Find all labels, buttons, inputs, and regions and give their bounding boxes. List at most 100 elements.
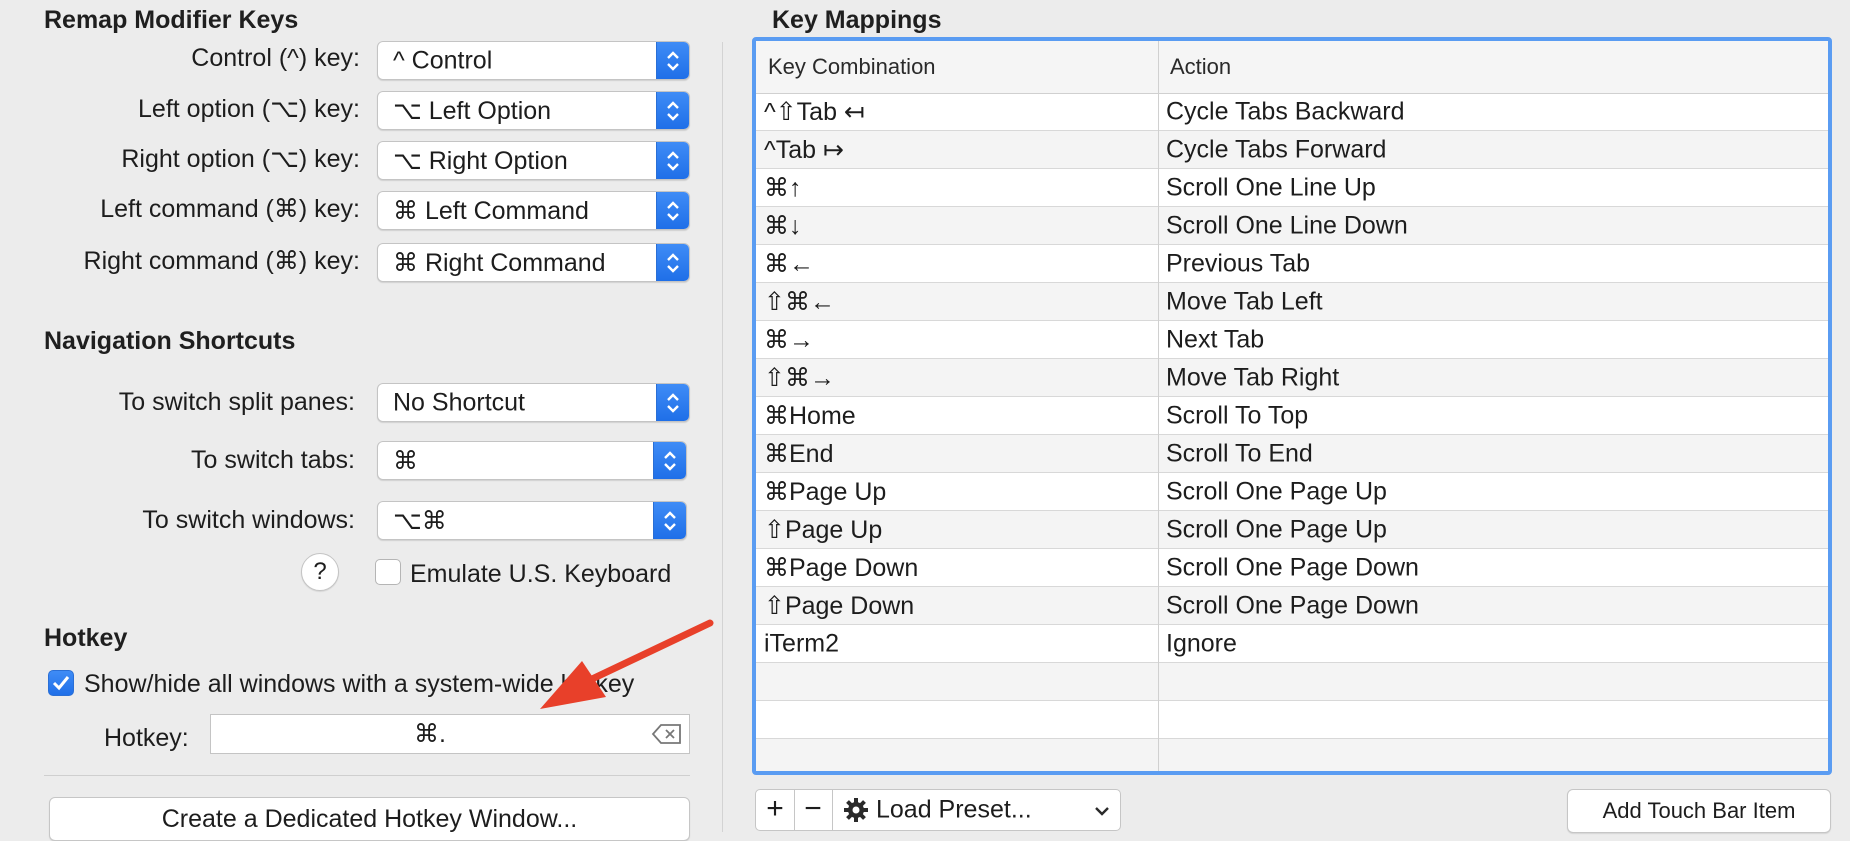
add-touch-bar-item-button[interactable]: Add Touch Bar Item (1567, 789, 1831, 833)
action-cell: Scroll To Top (1166, 401, 1309, 429)
key-combination-cell: ⌘← (764, 249, 814, 278)
table-row[interactable] (756, 739, 1828, 771)
table-row[interactable]: ⌘← Previous Tab (756, 245, 1828, 283)
gear-icon (844, 798, 868, 822)
left-command-key-popup[interactable]: ⌘ Left Command (377, 191, 690, 230)
checkmark-icon (52, 676, 70, 691)
emulate-us-keyboard-label: Emulate U.S. Keyboard (410, 560, 672, 588)
help-button[interactable]: ? (301, 553, 339, 591)
popup-stepper-icon (653, 442, 686, 479)
right-command-key-value: ⌘ Right Command (393, 248, 606, 277)
action-cell: Next Tab (1166, 325, 1265, 353)
table-row[interactable]: ⌘↑ Scroll One Line Up (756, 169, 1828, 207)
table-row[interactable]: ⌘↓ Scroll One Line Down (756, 207, 1828, 245)
column-divider (1158, 41, 1159, 771)
popup-stepper-icon (656, 42, 689, 79)
control-key-value: ^ Control (393, 46, 493, 74)
table-row[interactable] (756, 663, 1828, 701)
control-key-label: Control (^) key: (191, 44, 360, 72)
column-header-key-combination[interactable]: Key Combination (768, 54, 936, 80)
key-combination-cell: ⌘Home (764, 401, 856, 430)
right-option-key-popup[interactable]: ⌥ Right Option (377, 141, 690, 180)
action-cell: Cycle Tabs Backward (1166, 97, 1405, 125)
left-command-key-value: ⌘ Left Command (393, 196, 589, 225)
right-command-key-label: Right command (⌘) key: (83, 247, 360, 275)
remap-modifier-keys-title: Remap Modifier Keys (44, 6, 299, 34)
switch-windows-popup[interactable]: ⌥⌘ (377, 501, 687, 540)
table-row[interactable] (756, 701, 1828, 739)
table-row[interactable]: ⌘→ Next Tab (756, 321, 1828, 359)
action-cell: Scroll One Page Up (1166, 477, 1387, 505)
remove-mapping-button[interactable]: − (794, 790, 833, 830)
action-cell: Previous Tab (1166, 249, 1311, 277)
table-row[interactable]: ^Tab ↦ Cycle Tabs Forward (756, 131, 1828, 169)
load-preset-label: Load Preset... (876, 795, 1032, 824)
clear-backspace-icon[interactable] (651, 723, 683, 745)
action-cell: Scroll To End (1166, 439, 1313, 467)
column-header-action[interactable]: Action (1170, 54, 1231, 80)
navigation-shortcuts-title: Navigation Shortcuts (44, 327, 296, 355)
hotkey-field-value: ⌘. (414, 720, 446, 748)
chevron-down-icon (1095, 807, 1109, 816)
popup-stepper-icon (653, 502, 686, 539)
popup-stepper-icon (656, 192, 689, 229)
action-cell: Scroll One Line Up (1166, 173, 1376, 201)
key-combination-cell: ⌘Page Down (764, 553, 919, 582)
switch-windows-value: ⌥⌘ (393, 506, 447, 535)
key-mappings-table[interactable]: Key Combination Action ^⇧Tab ↤ Cycle Tabs… (752, 37, 1832, 775)
table-row[interactable]: iTerm2 Ignore (756, 625, 1828, 663)
hotkey-title: Hotkey (44, 624, 128, 652)
action-cell: Scroll One Page Down (1166, 553, 1419, 581)
table-row[interactable]: ⇧⌘← Move Tab Left (756, 283, 1828, 321)
table-row[interactable]: ⇧Page Up Scroll One Page Up (756, 511, 1828, 549)
showhide-hotkey-checkbox[interactable] (48, 670, 74, 696)
left-option-key-popup[interactable]: ⌥ Left Option (377, 91, 690, 130)
add-mapping-button[interactable]: + (756, 790, 795, 830)
key-mappings-title: Key Mappings (772, 6, 942, 34)
action-cell: Scroll One Line Down (1166, 211, 1408, 239)
table-row[interactable]: ⇧⌘→ Move Tab Right (756, 359, 1828, 397)
load-preset-popup[interactable]: Load Preset... (832, 790, 1120, 830)
switch-windows-label: To switch windows: (142, 506, 355, 534)
table-row[interactable]: ⌘Home Scroll To Top (756, 397, 1828, 435)
right-command-key-popup[interactable]: ⌘ Right Command (377, 243, 690, 282)
action-cell: Cycle Tabs Forward (1166, 135, 1387, 163)
create-hotkey-window-button[interactable]: Create a Dedicated Hotkey Window... (49, 797, 690, 841)
key-combination-cell: ⇧Page Up (764, 515, 883, 544)
switch-tabs-label: To switch tabs: (191, 446, 355, 474)
emulate-us-keyboard-checkbox[interactable] (375, 559, 401, 585)
hotkey-field[interactable]: ⌘. (210, 714, 690, 754)
key-combination-cell: ⇧⌘→ (764, 363, 835, 392)
hotkey-field-label: Hotkey: (104, 724, 189, 752)
action-cell: Move Tab Right (1166, 363, 1340, 391)
table-controls: + − Load Preset... (755, 789, 1121, 831)
switch-tabs-value: ⌘ (393, 446, 418, 475)
key-combination-cell: ⌘End (764, 439, 834, 468)
key-combination-cell: ⌘→ (764, 325, 814, 354)
popup-stepper-icon (656, 92, 689, 129)
key-combination-cell: ^⇧Tab ↤ (764, 97, 865, 126)
action-cell: Scroll One Page Up (1166, 515, 1387, 543)
key-combination-cell: iTerm2 (764, 629, 840, 657)
left-option-key-value: ⌥ Left Option (393, 96, 552, 125)
action-cell: Scroll One Page Down (1166, 591, 1419, 619)
right-option-key-value: ⌥ Right Option (393, 146, 568, 175)
key-combination-cell: ⇧Page Down (764, 591, 915, 620)
annotation-arrow-icon (540, 619, 714, 709)
key-combination-cell: ⌘Page Up (764, 477, 887, 506)
popup-stepper-icon (656, 142, 689, 179)
table-row[interactable]: ⇧Page Down Scroll One Page Down (756, 587, 1828, 625)
table-row[interactable]: ^⇧Tab ↤ Cycle Tabs Backward (756, 93, 1828, 131)
table-row[interactable]: ⌘Page Up Scroll One Page Up (756, 473, 1828, 511)
left-option-key-label: Left option (⌥) key: (138, 95, 360, 123)
popup-stepper-icon (656, 384, 689, 421)
switch-tabs-popup[interactable]: ⌘ (377, 441, 687, 480)
key-combination-cell: ⇧⌘← (764, 287, 835, 316)
switch-split-panes-popup[interactable]: No Shortcut (377, 383, 690, 422)
table-row[interactable]: ⌘End Scroll To End (756, 435, 1828, 473)
key-combination-cell: ⌘↑ (764, 173, 802, 202)
panel-separator (722, 42, 723, 832)
control-key-popup[interactable]: ^ Control (377, 41, 690, 80)
popup-stepper-icon (656, 244, 689, 281)
table-row[interactable]: ⌘Page Down Scroll One Page Down (756, 549, 1828, 587)
